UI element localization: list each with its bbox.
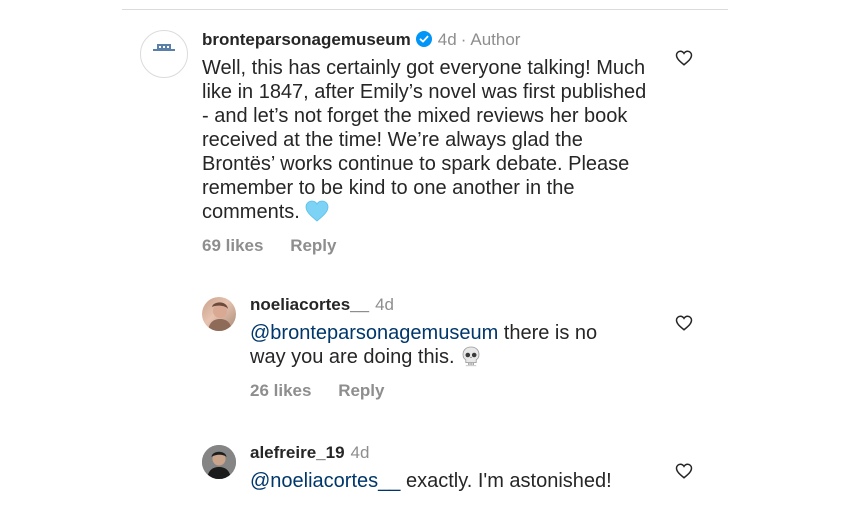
light-blue-heart-icon [305, 200, 329, 222]
avatar[interactable] [202, 445, 236, 479]
like-heart-icon[interactable] [675, 314, 693, 332]
verified-badge-icon [415, 31, 432, 47]
comment-time: 4d [437, 30, 457, 49]
comment-text: there is no [498, 322, 598, 344]
reply-button[interactable]: Reply [290, 236, 336, 255]
avatar[interactable] [140, 30, 188, 78]
skull-icon [462, 346, 480, 367]
likes-count[interactable]: 26 likes [250, 381, 311, 400]
profile-photo-icon [202, 445, 236, 479]
comment-body: @noeliacortes__ exactly. I'm astonished! [250, 469, 670, 493]
comment-text: Well, this has certainly got everyone ta… [202, 57, 647, 223]
comment-username[interactable]: alefreire_19 [250, 443, 345, 462]
like-heart-icon[interactable] [675, 49, 693, 67]
mention-link[interactable]: @bronteparsonagemuseum [250, 322, 498, 344]
comment-username[interactable]: bronteparsonagemuseum [202, 30, 411, 49]
reply-button[interactable]: Reply [338, 381, 384, 400]
museum-logo-icon [153, 44, 175, 51]
comment-time: 4d [375, 295, 394, 314]
comment-body: @bronteparsonagemuseum there is no way y… [250, 321, 670, 369]
comment-body: Well, this has certainly got everyone ta… [202, 56, 652, 224]
avatar[interactable] [202, 297, 236, 331]
author-label: Author [470, 30, 521, 49]
comment-text: exactly. I'm astonished! [400, 470, 612, 492]
profile-photo-icon [208, 302, 232, 331]
comment-actions: 69 likes Reply [202, 236, 672, 256]
comment-time: 4d [350, 443, 370, 462]
mention-link[interactable]: @noeliacortes__ [250, 470, 400, 492]
comment-actions: 26 likes Reply [250, 381, 690, 401]
meta-separator: · [460, 30, 467, 49]
comment-username[interactable]: noeliacortes__ [250, 295, 369, 314]
comment-text-line2: way you are doing this. [250, 346, 455, 368]
likes-count[interactable]: 69 likes [202, 236, 263, 255]
like-heart-icon[interactable] [675, 462, 693, 480]
top-divider [122, 9, 728, 10]
